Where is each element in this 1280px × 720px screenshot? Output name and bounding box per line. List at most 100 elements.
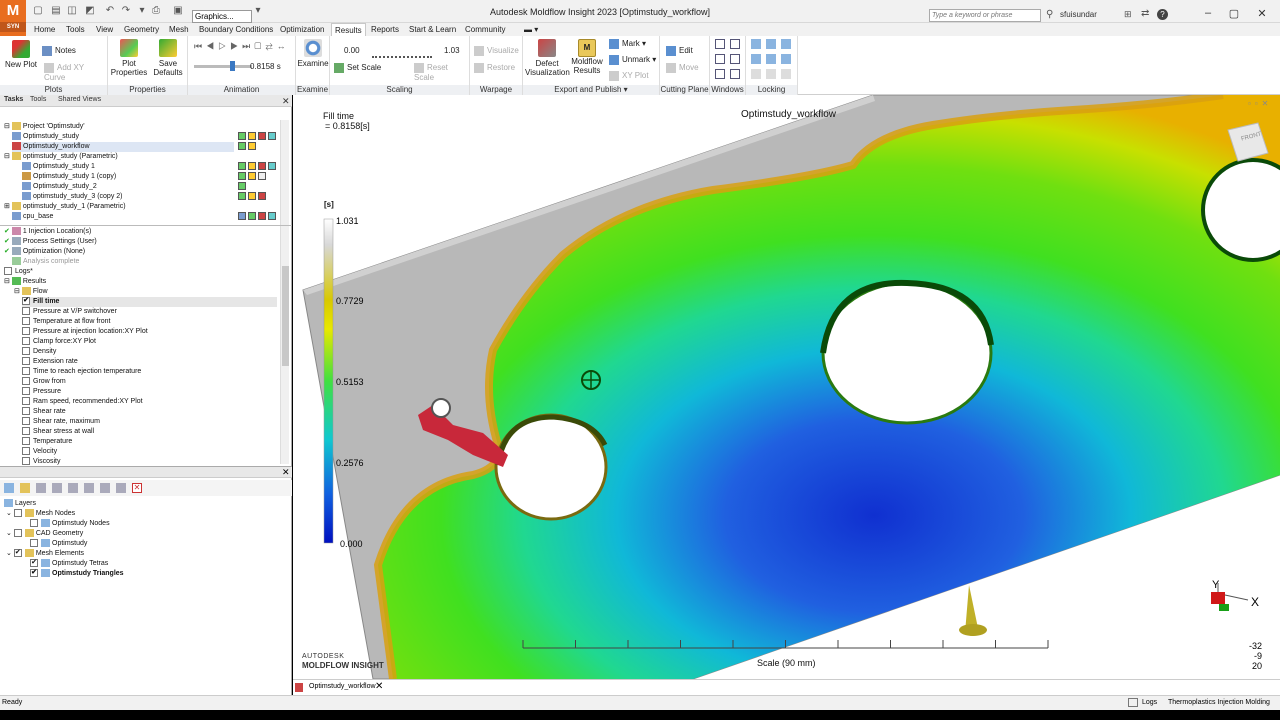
tab-tools[interactable]: Tools xyxy=(63,23,88,36)
tab-mesh[interactable]: Mesh xyxy=(166,23,192,36)
maximize-icon[interactable]: ▢ xyxy=(1224,7,1244,20)
dropdown-icon[interactable]: ▾ xyxy=(252,5,264,17)
result-checkbox[interactable] xyxy=(22,317,30,326)
result-item[interactable]: Ram speed, recommended:XY Plot xyxy=(22,397,143,407)
unlock-all-icon[interactable] xyxy=(766,69,776,79)
window-split-v-icon[interactable] xyxy=(730,54,740,64)
undo-list-icon[interactable]: ▾ xyxy=(136,5,148,17)
layer-tool-icon[interactable] xyxy=(68,483,78,493)
layer-item[interactable]: ⌄ ✔ Mesh Elements xyxy=(6,549,84,559)
lock-animation-icon[interactable] xyxy=(781,39,791,49)
layer-checkbox[interactable] xyxy=(30,519,38,528)
result-item[interactable]: Shear rate xyxy=(22,407,66,417)
reset-scale-button[interactable]: Reset Scale xyxy=(414,63,469,82)
project-tree-scrollbar[interactable] xyxy=(280,120,289,225)
window-tile-icon[interactable] xyxy=(715,39,725,49)
layer-checkbox[interactable] xyxy=(13,529,22,538)
tab-community[interactable]: Community xyxy=(462,23,508,36)
result-item[interactable]: Temperature at flow front xyxy=(22,317,110,327)
result-checkbox[interactable] xyxy=(22,337,30,346)
set-scale-button[interactable]: Set Scale xyxy=(334,63,381,73)
tab-panel-tools[interactable]: Tools xyxy=(30,96,46,103)
result-item[interactable]: Pressure xyxy=(22,387,61,397)
graphics-select[interactable]: Graphics... xyxy=(192,10,252,23)
unlock-plot-icon[interactable] xyxy=(781,54,791,64)
tab-reports[interactable]: Reports xyxy=(368,23,402,36)
result-checkbox[interactable] xyxy=(22,407,30,416)
tab-geometry[interactable]: Geometry xyxy=(121,23,162,36)
tab-tasks[interactable]: Tasks xyxy=(4,96,23,103)
result-checkbox[interactable] xyxy=(22,327,30,336)
result-checkbox[interactable] xyxy=(22,417,30,426)
result-item[interactable]: Shear stress at wall xyxy=(22,427,94,437)
layer-item[interactable]: ✔ Optimstudy Tetras xyxy=(30,559,108,569)
new-icon[interactable]: ▢ xyxy=(32,5,44,17)
tree-item[interactable]: cpu_base xyxy=(12,212,53,222)
tab-extras-icon[interactable]: ▬ ▾ xyxy=(521,23,541,36)
animation-controls[interactable]: ⏮◀▷▶⏭▢⇄↔ xyxy=(194,42,290,51)
result-item[interactable]: Time to reach ejection temperature xyxy=(22,367,141,377)
application-menu-button[interactable]: M SYN xyxy=(0,0,26,36)
tasks-scrollbar[interactable] xyxy=(280,226,289,464)
layer-item[interactable]: Optimstudy Nodes xyxy=(30,519,110,529)
layer-checkbox[interactable]: ✔ xyxy=(13,549,22,558)
doc-tab-close-icon[interactable]: ✕ xyxy=(375,681,383,692)
notes-button[interactable]: Notes xyxy=(42,46,76,56)
logs-button[interactable]: Logs xyxy=(1142,699,1157,706)
new-layer-icon[interactable] xyxy=(4,483,14,493)
tree-item[interactable]: ⊟ optimstudy_study (Parametric) xyxy=(4,152,118,162)
result-checkbox[interactable] xyxy=(22,447,30,456)
expand-icon[interactable]: ⌄ xyxy=(6,530,14,537)
result-item[interactable]: Extension rate xyxy=(22,357,78,367)
viewport-window-controls[interactable]: ▫▫✕ xyxy=(1248,99,1272,108)
tab-optimization[interactable]: Optimization xyxy=(277,23,327,36)
layer-item[interactable]: ✔ Optimstudy Triangles xyxy=(30,569,124,579)
layer-checkbox[interactable]: ✔ xyxy=(30,569,38,578)
model-viewport[interactable]: Fill time = 0.8158[s] Optimstudy_workflo… xyxy=(293,95,1280,679)
minimize-icon[interactable]: – xyxy=(1198,7,1218,19)
tab-home[interactable]: Home xyxy=(31,23,58,36)
edit-layer-icon[interactable] xyxy=(52,483,62,493)
result-checkbox[interactable] xyxy=(22,377,30,386)
delete-layer-icon[interactable]: ✕ xyxy=(132,483,142,493)
window-new-icon[interactable] xyxy=(715,69,725,79)
tree-item[interactable]: optimstudy_study_3 (copy 2) xyxy=(22,192,123,202)
tree-item[interactable]: ⊟ Project 'Optimstudy' xyxy=(4,122,85,132)
result-checkbox[interactable] xyxy=(22,347,30,356)
tab-shared-views[interactable]: Shared Views xyxy=(58,96,101,103)
tree-item-selected[interactable]: Optimstudy_workflow xyxy=(12,142,234,152)
moldflow-results-button[interactable]: M Moldflow Results xyxy=(569,39,605,75)
visualize-button[interactable]: Visualize xyxy=(474,46,519,56)
plot-properties-button[interactable]: Plot Properties xyxy=(110,39,148,77)
mark-button[interactable]: Mark ▾ xyxy=(609,39,646,49)
window-arrange-icon[interactable] xyxy=(730,69,740,79)
tab-view[interactable]: View xyxy=(93,23,116,36)
examine-button[interactable]: Examine xyxy=(297,39,329,68)
restore-button[interactable]: Restore xyxy=(474,63,515,73)
tree-item[interactable]: Optimstudy_study 1 xyxy=(22,162,95,172)
expand-icon[interactable]: ⌄ xyxy=(6,510,14,517)
close-icon[interactable]: ✕ xyxy=(1252,7,1272,20)
logs-item[interactable]: Logs* xyxy=(4,267,33,277)
result-checkbox[interactable] xyxy=(22,427,30,436)
result-item[interactable]: Density xyxy=(22,347,56,357)
redo-icon[interactable]: ↷ xyxy=(120,5,132,17)
scale-range-slider[interactable] xyxy=(372,56,432,58)
result-item[interactable]: Grow from xyxy=(22,377,66,387)
lock-plot-icon[interactable] xyxy=(766,39,776,49)
move-cutting-button[interactable]: Move xyxy=(666,63,699,73)
panel-close-icon[interactable]: ✕ xyxy=(282,96,290,107)
tree-item[interactable]: Optimstudy_study xyxy=(12,132,79,142)
layers-close-icon[interactable]: ✕ xyxy=(282,467,290,478)
result-item[interactable]: Temperature xyxy=(22,437,72,447)
tasks-scrollbar-thumb[interactable] xyxy=(282,266,289,366)
search-icon[interactable]: ⚲ xyxy=(1046,9,1056,21)
tab-start-learn[interactable]: Start & Learn xyxy=(406,23,459,36)
layer-filter-icon[interactable] xyxy=(116,483,126,493)
print-icon[interactable]: ⎙ xyxy=(150,5,162,17)
window-cascade-icon[interactable] xyxy=(730,39,740,49)
folder-layer-icon[interactable] xyxy=(20,483,30,493)
add-xy-curve-button[interactable]: Add XY Curve xyxy=(44,63,107,82)
layer-assign-icon[interactable] xyxy=(84,483,94,493)
result-item[interactable]: Shear rate, maximum xyxy=(22,417,100,427)
